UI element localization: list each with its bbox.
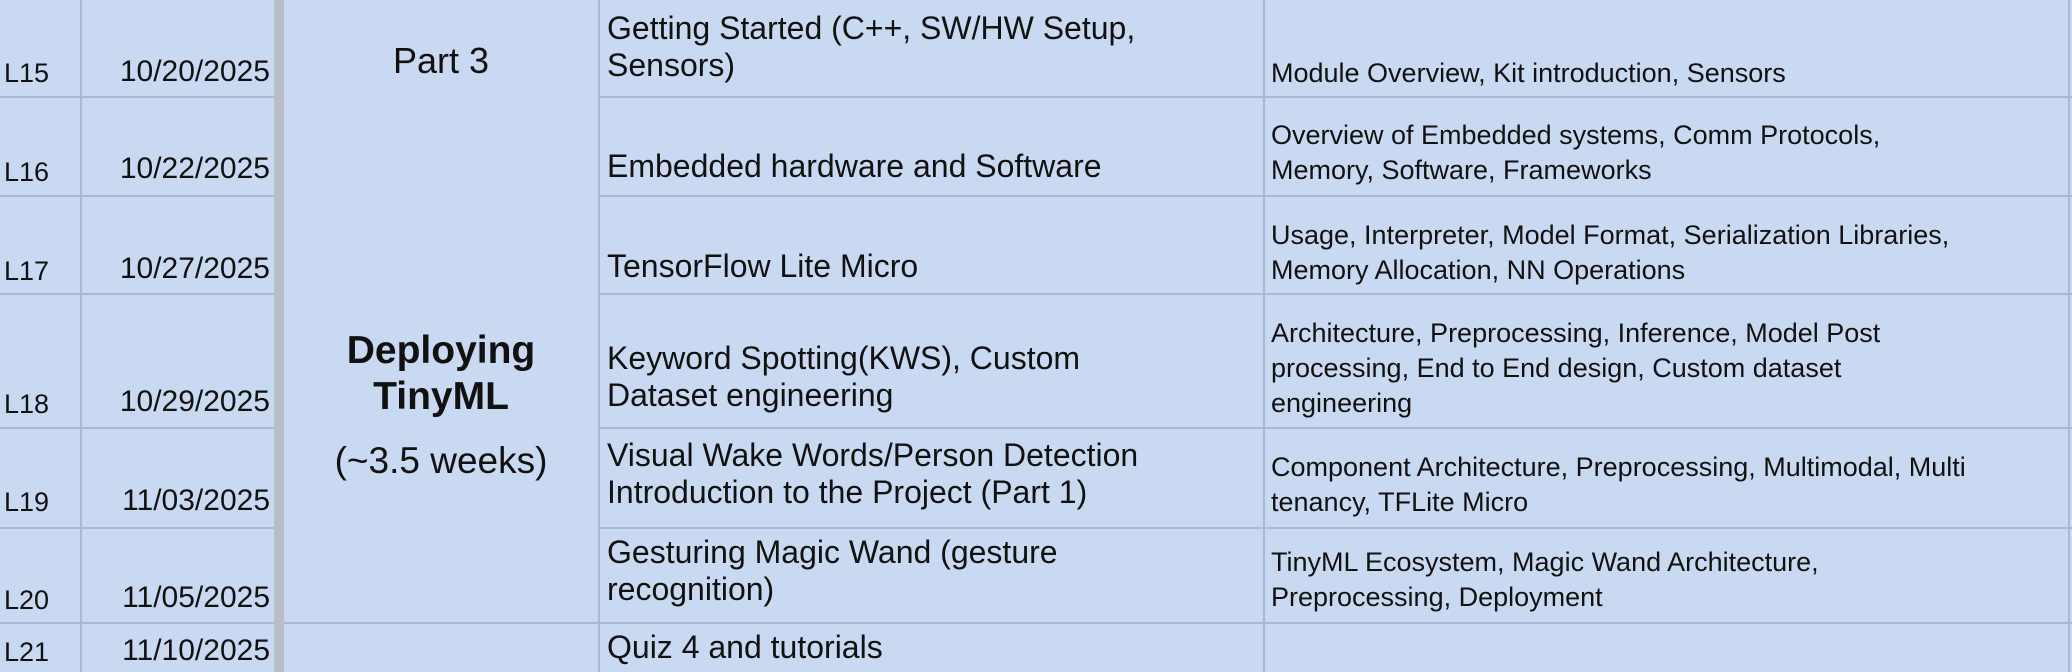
content-line: Memory Allocation, NN Operations — [1271, 255, 1686, 285]
lecture-date: 11/03/2025 — [122, 484, 270, 517]
content-line: Preprocessing, Deployment — [1271, 582, 1603, 612]
topic-line: Visual Wake Words/Person Detection — [607, 437, 1139, 473]
content-line: engineering — [1271, 388, 1413, 418]
content-line: TinyML Ecosystem, Magic Wand Architectur… — [1271, 547, 1819, 577]
lecture-content: Architecture, Preprocessing, Inference, … — [1271, 316, 2066, 421]
lecture-number: L16 — [4, 157, 50, 187]
content-line: Usage, Interpreter, Model Format, Serial… — [1271, 220, 1950, 250]
lecture-date: 11/10/2025 — [122, 634, 270, 667]
lecture-number: L19 — [4, 487, 50, 517]
frozen-column-divider — [274, 0, 284, 672]
topic-line: Embedded hardware and Software — [607, 148, 1102, 184]
lecture-topic: Keyword Spotting(KWS), Custom Dataset en… — [607, 340, 1259, 414]
topic-line: Keyword Spotting(KWS), Custom — [607, 340, 1081, 376]
lecture-content: Usage, Interpreter, Model Format, Serial… — [1271, 218, 2066, 288]
content-line: tenancy, TFLite Micro — [1271, 487, 1529, 517]
topic-line: recognition) — [607, 571, 775, 607]
topic-line: Dataset engineering — [607, 377, 894, 413]
column-divider — [598, 0, 600, 672]
row-divider — [0, 622, 2072, 624]
section-title-line2: TinyML — [373, 375, 509, 418]
lecture-number: L21 — [4, 637, 50, 667]
content-line: Component Architecture, Preprocessing, M… — [1271, 452, 1966, 482]
lecture-number: L20 — [4, 585, 50, 615]
lecture-topic: Quiz 4 and tutorials — [607, 629, 1259, 666]
lecture-content: TinyML Ecosystem, Magic Wand Architectur… — [1271, 545, 2066, 615]
content-line: Architecture, Preprocessing, Inference, … — [1271, 318, 1881, 348]
topic-line: Getting Started (C++, SW/HW Setup, — [607, 10, 1136, 46]
lecture-content: Module Overview, Kit introduction, Senso… — [1271, 56, 2066, 91]
lecture-number: L15 — [4, 58, 50, 88]
topic-line: Sensors) — [607, 47, 736, 83]
topic-line: TensorFlow Lite Micro — [607, 248, 919, 284]
lecture-date: 10/29/2025 — [119, 385, 270, 418]
part-label: Part 3 — [392, 40, 490, 81]
column-divider — [80, 0, 82, 672]
lecture-topic: Gesturing Magic Wand (gesture recognitio… — [607, 534, 1259, 608]
lecture-topic: TensorFlow Lite Micro — [607, 248, 1259, 285]
content-line: Overview of Embedded systems, Comm Proto… — [1271, 120, 1881, 150]
lecture-date: 10/20/2025 — [119, 55, 270, 88]
lecture-date: 11/05/2025 — [122, 581, 270, 614]
section-duration: (~3.5 weeks) — [334, 440, 548, 481]
lecture-topic: Visual Wake Words/Person Detection Intro… — [607, 437, 1259, 511]
schedule-sheet: Part 3 Deploying TinyML (~3.5 weeks) L15… — [0, 0, 2072, 672]
content-line: Module Overview, Kit introduction, Senso… — [1271, 58, 1786, 88]
lecture-number: L18 — [4, 389, 50, 419]
content-line: processing, End to End design, Custom da… — [1271, 353, 1842, 383]
topic-line: Quiz 4 and tutorials — [607, 629, 883, 665]
column-divider — [2068, 0, 2070, 672]
section-title-line1: Deploying — [346, 329, 536, 372]
lecture-topic: Embedded hardware and Software — [607, 148, 1259, 185]
lecture-content: Overview of Embedded systems, Comm Proto… — [1271, 118, 2066, 188]
content-line: Memory, Software, Frameworks — [1271, 155, 1652, 185]
lecture-date: 10/27/2025 — [119, 252, 270, 285]
lecture-date: 10/22/2025 — [119, 152, 270, 185]
lecture-number: L17 — [4, 256, 50, 286]
topic-line: Introduction to the Project (Part 1) — [607, 474, 1088, 510]
lecture-topic: Getting Started (C++, SW/HW Setup, Senso… — [607, 10, 1259, 84]
column-divider — [1263, 0, 1265, 672]
lecture-content: Component Architecture, Preprocessing, M… — [1271, 450, 2066, 520]
topic-line: Gesturing Magic Wand (gesture — [607, 534, 1058, 570]
